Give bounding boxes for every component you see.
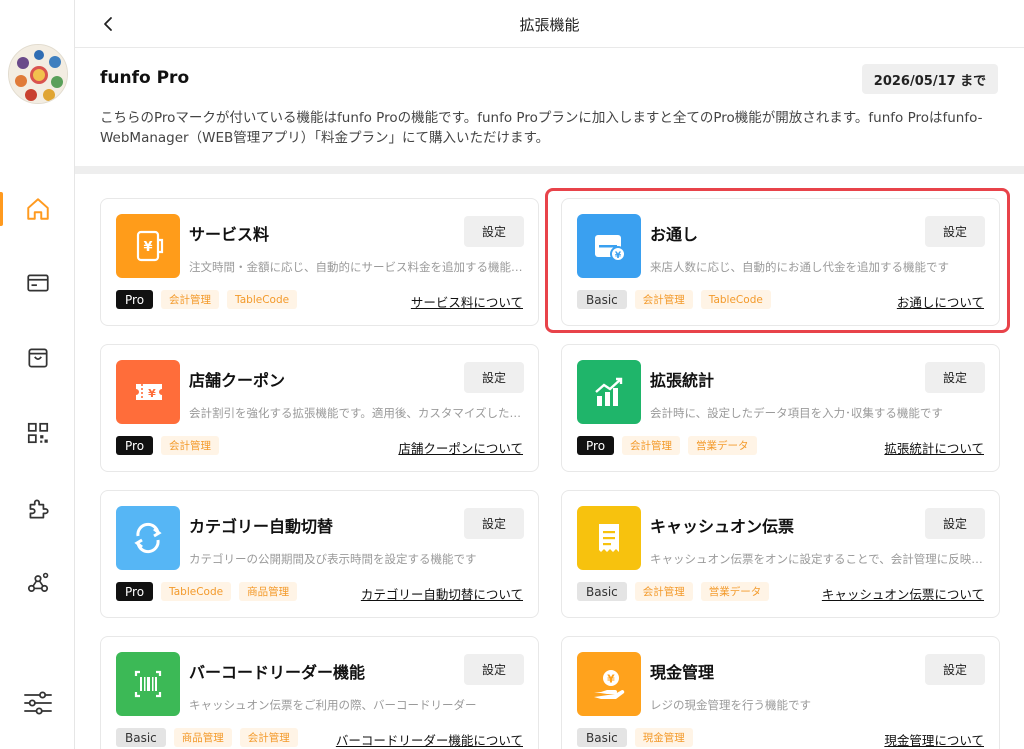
- extension-name: お通し: [650, 225, 699, 244]
- extension-name: 拡張統計: [650, 371, 715, 390]
- about-link[interactable]: バーコードリーダー機能について: [336, 730, 523, 749]
- settings-button[interactable]: 設定: [925, 216, 985, 247]
- svg-text:¥: ¥: [607, 673, 615, 686]
- category-tag: TableCode: [227, 290, 298, 309]
- extension-name: バーコードリーダー機能: [189, 663, 366, 682]
- extension-card: カテゴリー自動切替 カテゴリーの公開期間及び表示時間を設定する機能です 設定 P…: [100, 490, 539, 618]
- sidebar-item-card[interactable]: [0, 260, 75, 306]
- category-tag: TableCode: [161, 582, 232, 601]
- settings-button[interactable]: 設定: [925, 654, 985, 685]
- sidebar-item-qr[interactable]: [0, 410, 75, 456]
- extension-name: 店舗クーポン: [189, 371, 286, 390]
- extension-card: キャッシュオン伝票 キャッシュオン伝票をオンに設定することで、会計管理に反映され…: [561, 490, 1000, 618]
- about-link[interactable]: 店舗クーポンについて: [398, 438, 523, 457]
- expiry-badge: 2026/05/17 まで: [862, 64, 998, 94]
- plan-badge: Basic: [577, 728, 627, 747]
- service-fee-icon: ¥: [116, 214, 180, 278]
- extension-description: キャッシュオン伝票をオンに設定することで、会計管理に反映される機能です: [650, 552, 990, 566]
- network-icon: [27, 572, 48, 592]
- extension-description: 会計時に、設定したデータ項目を入力･収集する機能です: [650, 406, 943, 420]
- extension-description: 注文時間・金額に応じ、自動的にサービス料金を追加する機能です: [189, 260, 529, 274]
- settings-button[interactable]: 設定: [464, 654, 524, 685]
- extension-description: キャッシュオン伝票をご利用の際、バーコードリーダー: [189, 698, 477, 712]
- sidebar-item-extensions[interactable]: [0, 486, 75, 532]
- plan-badge: Pro: [577, 436, 615, 455]
- settings-button[interactable]: 設定: [925, 362, 985, 393]
- extension-card: ¥ お通し 来店人数に応じ、自動的にお通し代金を追加する機能です 設定 Basi…: [561, 198, 1000, 326]
- pro-intro: funfo Pro 2026/05/17 まで こちらのProマークが付いている…: [75, 48, 1024, 166]
- cash-icon: ¥: [577, 652, 641, 716]
- category-tag: 会計管理: [161, 290, 220, 309]
- about-link[interactable]: 拡張統計について: [884, 438, 984, 457]
- extension-card: ¥ サービス料 注文時間・金額に応じ、自動的にサービス料金を追加する機能です 設…: [100, 198, 539, 326]
- sidebar-item-home[interactable]: [0, 186, 75, 232]
- extension-name: サービス料: [189, 225, 270, 244]
- settings-button[interactable]: 設定: [925, 508, 985, 539]
- about-link[interactable]: カテゴリー自動切替について: [361, 584, 523, 603]
- statistics-icon: [577, 360, 641, 424]
- coupon-icon: ¥: [116, 360, 180, 424]
- about-link[interactable]: キャッシュオン伝票について: [822, 584, 984, 603]
- svg-text:¥: ¥: [143, 240, 152, 255]
- extension-card: 拡張統計 会計時に、設定したデータ項目を入力･収集する機能です 設定 Pro 会…: [561, 344, 1000, 472]
- about-link[interactable]: サービス料について: [411, 292, 523, 311]
- avatar[interactable]: [8, 44, 68, 104]
- extension-description: レジの現金管理を行う機能です: [650, 698, 811, 712]
- sidebar: [0, 0, 75, 749]
- section-divider: [75, 166, 1024, 174]
- page-title: 拡張機能: [519, 16, 580, 34]
- extension-card: ¥ 店舗クーポン 会計割引を強化する拡張機能です。適用後、カスタマイズしたクーポ…: [100, 344, 539, 472]
- settings-button[interactable]: 設定: [464, 362, 524, 393]
- plan-badge: Pro: [116, 290, 154, 309]
- sliders-icon: [23, 691, 52, 715]
- settings-button[interactable]: 設定: [464, 508, 524, 539]
- receipt-icon: [577, 506, 641, 570]
- pro-description: こちらのProマークが付いている機能はfunfo Proの機能です。funfo …: [100, 110, 983, 146]
- category-tag: 営業データ: [700, 582, 770, 601]
- settings-button[interactable]: 設定: [464, 216, 524, 247]
- bag-icon: [27, 348, 48, 368]
- extension-description: カテゴリーの公開期間及び表示時間を設定する機能です: [189, 552, 477, 566]
- extension-name: 現金管理: [650, 663, 715, 682]
- about-link[interactable]: 現金管理について: [884, 730, 984, 749]
- plan-badge: Pro: [116, 582, 154, 601]
- card-icon: [26, 274, 49, 292]
- category-tag: 商品管理: [173, 728, 232, 747]
- qr-code-icon: [27, 422, 48, 444]
- extension-grid: ¥ サービス料 注文時間・金額に応じ、自動的にサービス料金を追加する機能です 設…: [75, 174, 1024, 749]
- about-link[interactable]: お通しについて: [897, 292, 984, 311]
- sidebar-item-settings[interactable]: [0, 680, 75, 726]
- category-tag: TableCode: [700, 290, 771, 309]
- plan-badge: Basic: [116, 728, 166, 747]
- svg-text:¥: ¥: [615, 251, 622, 261]
- category-tag: 会計管理: [622, 436, 681, 455]
- extension-description: 会計割引を強化する拡張機能です。適用後、カスタマイズしたクーポンで割引できます: [189, 406, 529, 420]
- plan-badge: Basic: [577, 290, 627, 309]
- svg-text:¥: ¥: [148, 387, 156, 400]
- category-tag: 営業データ: [688, 436, 757, 455]
- plan-badge: Basic: [577, 582, 627, 601]
- sidebar-item-bag[interactable]: [0, 335, 75, 381]
- puzzle-icon: [29, 499, 49, 519]
- sidebar-item-network[interactable]: [0, 560, 75, 606]
- auto-switch-icon: [116, 506, 180, 570]
- extension-name: キャッシュオン伝票: [650, 517, 795, 536]
- extension-name: カテゴリー自動切替: [189, 517, 334, 536]
- barcode-icon: [116, 652, 180, 716]
- category-tag: 会計管理: [161, 436, 220, 455]
- extension-card: バーコードリーダー機能 キャッシュオン伝票をご利用の際、バーコードリーダー 設定…: [100, 636, 539, 749]
- category-tag: 会計管理: [634, 290, 693, 309]
- category-tag: 現金管理: [634, 728, 693, 747]
- extension-card: ¥ 現金管理 レジの現金管理を行う機能です 設定 Basic 現金管理 現金管理…: [561, 636, 1000, 749]
- category-tag: 会計管理: [634, 582, 693, 601]
- home-icon: [26, 198, 49, 220]
- extension-description: 来店人数に応じ、自動的にお通し代金を追加する機能です: [650, 260, 949, 274]
- category-tag: 商品管理: [239, 582, 298, 601]
- category-tag: 会計管理: [239, 728, 298, 747]
- pro-title: funfo Pro: [100, 68, 190, 88]
- plan-badge: Pro: [116, 436, 154, 455]
- otoshi-icon: ¥: [577, 214, 641, 278]
- top-bar: 拡張機能: [75, 0, 1024, 48]
